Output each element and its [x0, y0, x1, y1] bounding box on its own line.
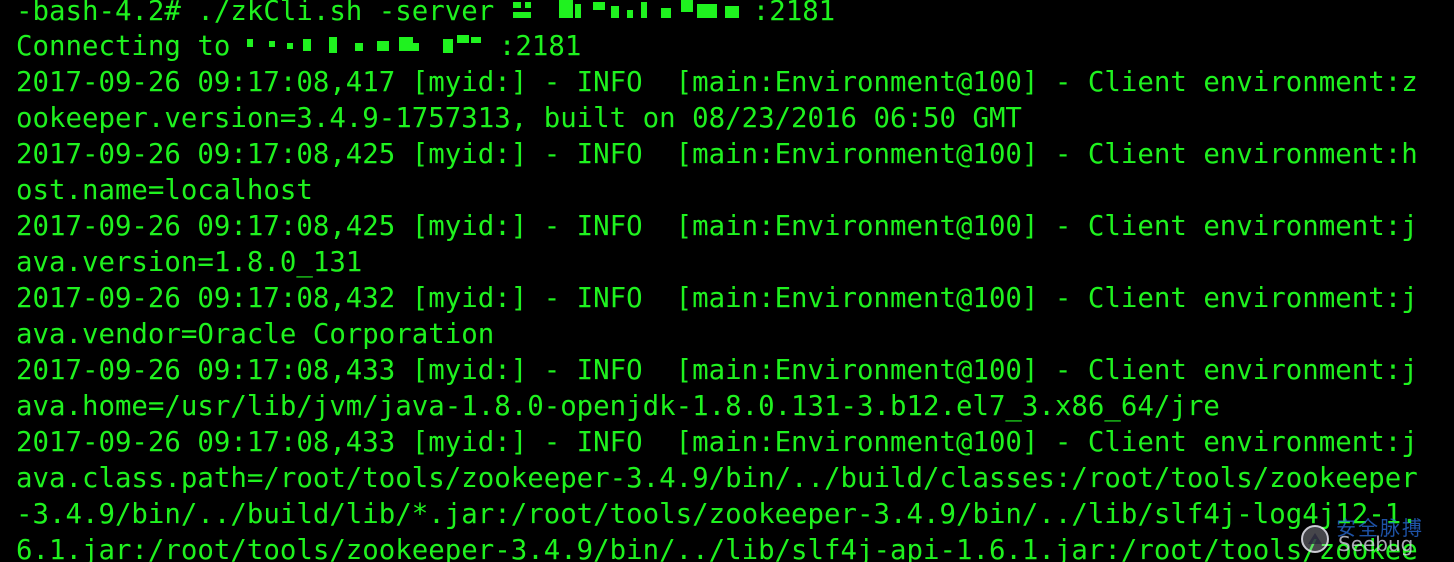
redacted-ip-block — [246, 34, 499, 57]
seebug-logo-icon — [1301, 525, 1329, 553]
prompt-port: :2181 — [752, 0, 836, 27]
log-line: 2017-09-26 09:17:08,432 [myid:] - INFO [… — [16, 283, 1418, 314]
log-line: ookeeper.version=3.4.9-1757313, built on… — [16, 103, 1022, 134]
log-line: 2017-09-26 09:17:08,417 [myid:] - INFO [… — [16, 67, 1418, 98]
seebug-watermark: 安全脉搏 Seebug — [1298, 510, 1448, 558]
log-line: 6.1.jar:/root/tools/zookeeper-3.4.9/bin/… — [16, 535, 1418, 562]
redacted-ip-block — [511, 0, 753, 22]
log-line: ava.version=1.8.0_131 — [16, 247, 363, 278]
prompt-command: -bash-4.2# ./zkCli.sh -server — [16, 0, 511, 27]
log-line: 2017-09-26 09:17:08,433 [myid:] - INFO [… — [16, 427, 1418, 458]
log-line: -3.4.9/bin/../build/lib/*.jar:/root/tool… — [16, 499, 1418, 530]
log-line: 2017-09-26 09:17:08,433 [myid:] - INFO [… — [16, 355, 1418, 386]
log-line: ava.vendor=Oracle Corporation — [16, 319, 495, 350]
terminal-window[interactable]: -bash-4.2# ./zkCli.sh -server :2181 Conn… — [0, 0, 1454, 562]
log-line: ava.home=/usr/lib/jvm/java-1.8.0-openjdk… — [16, 391, 1220, 422]
connecting-prefix: Connecting to — [16, 31, 247, 62]
log-line: 2017-09-26 09:17:08,425 [myid:] - INFO [… — [16, 211, 1418, 242]
connecting-line: Connecting to :2181 — [16, 29, 581, 65]
watermark-en-text: Seebug — [1338, 532, 1414, 556]
log-line: ost.name=localhost — [16, 175, 313, 206]
log-line: ava.class.path=/root/tools/zookeeper-3.4… — [16, 463, 1418, 494]
prompt-line: -bash-4.2# ./zkCli.sh -server :2181 — [16, 0, 835, 30]
connecting-port: :2181 — [498, 31, 582, 62]
log-line: 2017-09-26 09:17:08,425 [myid:] - INFO [… — [16, 139, 1418, 170]
